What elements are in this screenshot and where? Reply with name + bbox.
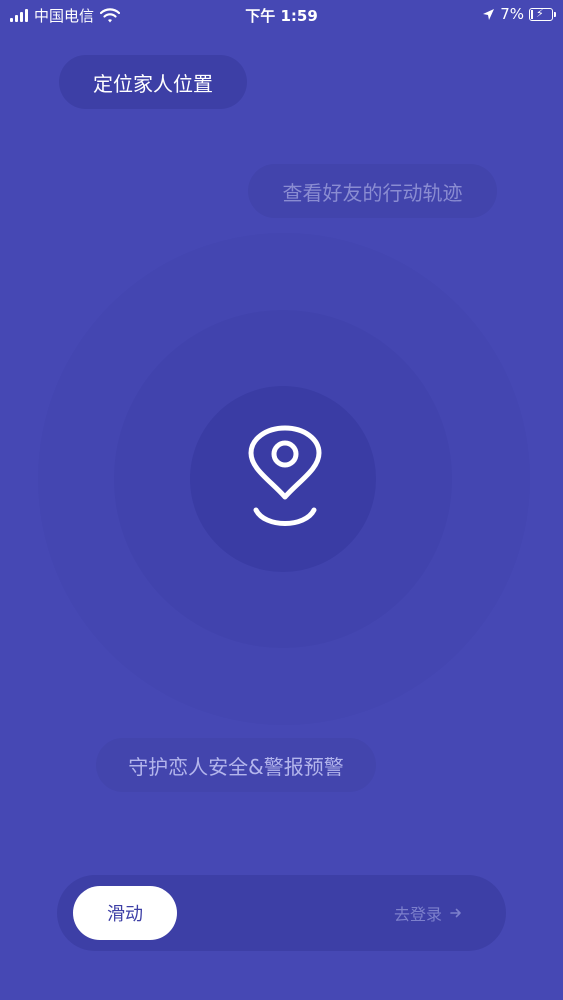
arrow-right-icon xyxy=(450,908,461,918)
battery-percent: 7% xyxy=(500,5,524,23)
status-time: 下午 1:59 xyxy=(245,7,318,25)
charging-icon: ⚡ xyxy=(536,6,544,20)
feature-pill-friend-tracks: 查看好友的行动轨迹 xyxy=(248,164,497,218)
slide-knob[interactable]: 滑动 xyxy=(73,886,177,940)
feature-pill-locate-family: 定位家人位置 xyxy=(59,55,247,109)
location-pin-icon xyxy=(248,425,322,526)
feature-pill-guard-lover: 守护恋人安全&警报预警 xyxy=(96,738,376,792)
status-right: 7% ⚡ xyxy=(482,5,556,23)
location-arrow-icon xyxy=(483,8,495,20)
battery-icon: ⚡ xyxy=(529,6,556,21)
login-hint[interactable]: 去登录 xyxy=(394,901,462,925)
login-hint-label: 去登录 xyxy=(393,905,442,924)
onboarding-screen: 中国电信 下午 1:59 7% ⚡ 定位家人位置 查看好友的行动轨迹 守护恋人安… xyxy=(0,0,563,1000)
status-bar: 中国电信 下午 1:59 7% ⚡ xyxy=(0,0,563,30)
slide-to-login-track[interactable]: 滑动 去登录 xyxy=(57,875,506,951)
